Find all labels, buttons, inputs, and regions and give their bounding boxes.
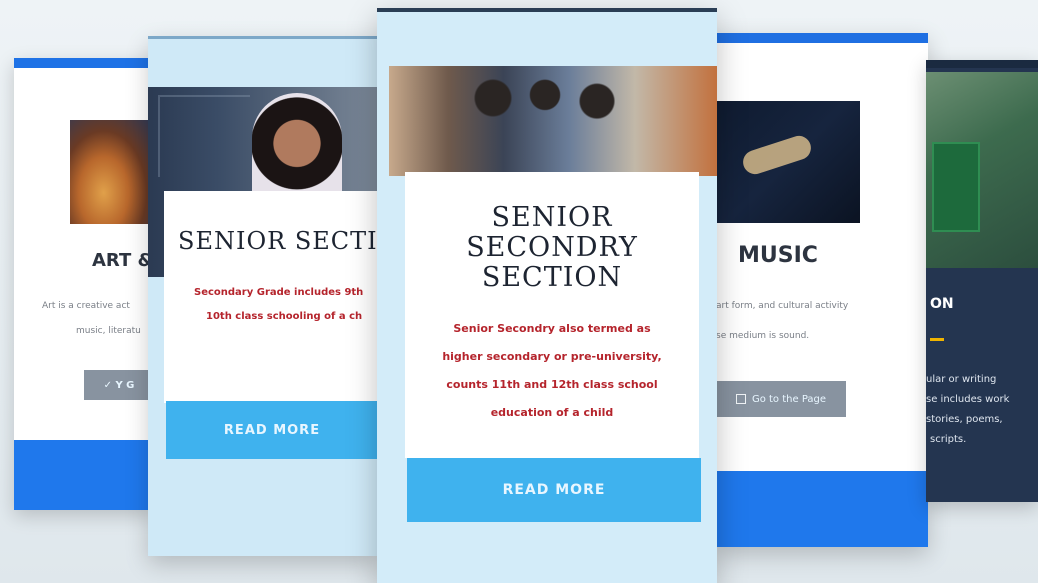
literature-desc-4: scripts.	[930, 434, 967, 445]
literature-desc-2: se includes work	[926, 394, 1010, 405]
senior-section-desc-2: 10th class schooling of a ch	[206, 311, 363, 322]
senior-section-card: SENIOR SECTI Secondary Grade includes 9t…	[148, 36, 378, 556]
music-title: MUSIC	[738, 243, 818, 268]
music-desc-2: se medium is sound.	[716, 331, 810, 341]
music-card-footer	[716, 471, 928, 547]
art-button-label: ✓ Y G	[103, 379, 135, 391]
art-desc-2: music, literatu	[76, 326, 141, 336]
senior-section-desc-1: Secondary Grade includes 9th	[194, 287, 364, 298]
senior-secondary-photo	[389, 66, 717, 176]
students-group-shape	[449, 72, 649, 176]
senior-secondary-read-more-label: READ MORE	[502, 482, 606, 498]
senior-secondary-panel: SENIOR SECONDRY SECTION Senior Secondry …	[405, 172, 699, 458]
music-desc-1: art form, and cultural activity	[716, 301, 849, 311]
book-shape	[932, 142, 980, 232]
art-button[interactable]: ✓ Y G	[84, 370, 154, 400]
senior-section-read-more-button[interactable]: READ MORE	[166, 401, 378, 459]
literature-photo	[926, 72, 1038, 268]
art-card-footer	[14, 440, 154, 510]
senior-secondary-title-line-1: SENIOR	[491, 202, 613, 233]
senior-secondary-read-more-button[interactable]: READ MORE	[407, 458, 701, 522]
literature-desc-3: stories, poems,	[926, 414, 1003, 425]
art-title: ART &	[92, 250, 154, 271]
senior-secondary-title-line-3: SECTION	[481, 262, 623, 293]
senior-secondary-desc-1: Senior Secondry also termed as	[453, 322, 651, 335]
senior-secondary-card: SENIOR SECONDRY SECTION Senior Secondry …	[377, 8, 717, 583]
music-go-to-page-button[interactable]: Go to the Page	[716, 381, 846, 417]
senior-secondary-desc-2: higher secondary or pre-university,	[442, 350, 662, 363]
literature-desc-1: ular or writing	[926, 374, 997, 385]
music-photo	[716, 101, 860, 223]
literature-card: ON ular or writing se includes work stor…	[926, 60, 1038, 502]
external-link-icon	[735, 394, 746, 404]
senior-secondary-desc-3: counts 11th and 12th class school	[446, 378, 658, 391]
literature-title-underline	[930, 338, 944, 341]
art-desc-1: Art is a creative act	[42, 301, 130, 311]
music-go-to-page-label: Go to the Page	[751, 393, 827, 405]
literature-title: ON	[930, 296, 954, 312]
guitar-shape	[740, 132, 814, 178]
senior-section-title: SENIOR SECTI	[178, 227, 378, 255]
chalkboard-lines	[158, 95, 250, 177]
music-card: MUSIC art form, and cultural activity se…	[716, 33, 928, 547]
senior-secondary-title-line-2: SECONDRY	[466, 232, 638, 263]
senior-section-panel: SENIOR SECTI Secondary Grade includes 9t…	[164, 191, 378, 403]
art-card: ART & Art is a creative act music, liter…	[14, 58, 154, 510]
senior-secondary-desc-4: education of a child	[490, 406, 614, 419]
senior-section-read-more-label: READ MORE	[223, 422, 321, 438]
art-photo	[70, 120, 154, 224]
